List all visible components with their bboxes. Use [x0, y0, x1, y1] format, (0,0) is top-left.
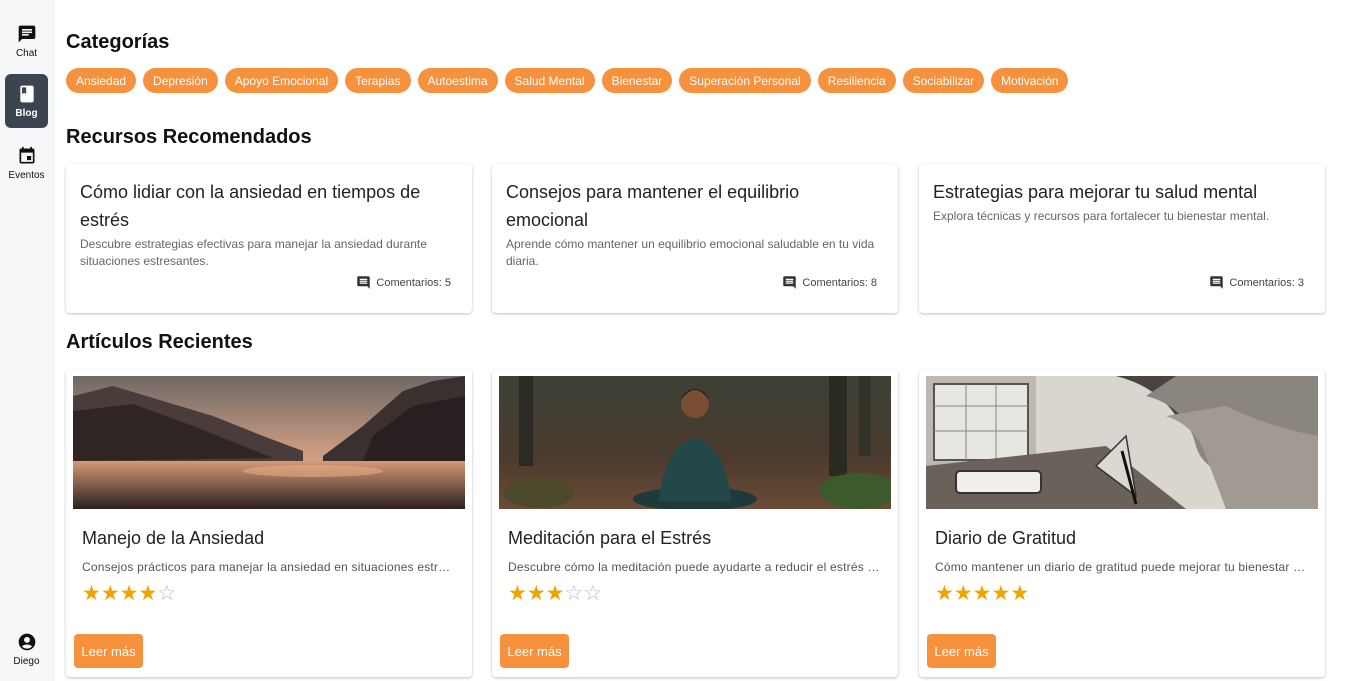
star-filled-icon: ★: [935, 582, 954, 605]
star-filled-icon: ★: [119, 582, 139, 605]
resource-description: Aprende cómo mantener un equilibrio emoc…: [506, 237, 875, 268]
article-image-meditation: [499, 376, 891, 509]
resources-title: Recursos Recomendados: [66, 126, 312, 148]
star-rating: ★ ★ ★ ★ ☆: [82, 583, 176, 605]
resource-title: Estrategias para mejorar tu salud mental: [933, 182, 1258, 202]
categories-title: Categorías: [66, 31, 170, 53]
article-description: Cómo mantener un diario de gratitud pued…: [935, 560, 1309, 574]
sidebar-item-label: Chat: [15, 47, 38, 59]
resource-card[interactable]: Cómo lidiar con la ansiedad en tiempos d…: [66, 164, 472, 313]
star-filled-icon: ★: [82, 582, 101, 605]
article-description: Consejos prácticos para manejar la ansie…: [82, 560, 456, 574]
comments-count: Comentarios: 3: [1229, 276, 1304, 289]
sidebar-item-label: Eventos: [8, 169, 45, 181]
category-chip[interactable]: Bienestar: [601, 68, 673, 93]
category-chip[interactable]: Apoyo Emocional: [224, 68, 339, 93]
article-image-mountain-lake: [73, 376, 465, 509]
star-rating: ★ ★ ★ ★ ★: [935, 583, 1029, 605]
user-profile-button[interactable]: Diego: [5, 621, 48, 677]
sidebar-item-blog[interactable]: Blog: [5, 74, 48, 128]
book-icon: [19, 85, 34, 102]
user-name: Diego: [13, 655, 40, 667]
read-more-button[interactable]: Leer más: [74, 634, 143, 668]
sidebar-item-chat[interactable]: Chat: [5, 14, 48, 68]
star-empty-icon: ☆: [157, 582, 177, 605]
star-rating: ★ ★ ★ ☆ ☆: [508, 583, 602, 605]
article-card[interactable]: Meditación para el Estrés Descubre cómo …: [492, 370, 898, 677]
category-chip[interactable]: Depresión: [143, 68, 218, 93]
article-card[interactable]: Manejo de la Ansiedad Consejos prácticos…: [66, 370, 472, 677]
resource-comments: Comentarios: 3: [1209, 275, 1304, 290]
star-empty-icon: ☆: [583, 582, 603, 605]
category-chip[interactable]: Salud Mental: [504, 68, 595, 93]
comment-icon: [1210, 276, 1224, 289]
article-title: Manejo de la Ansiedad: [82, 528, 265, 548]
category-chip[interactable]: Ansiedad: [66, 68, 137, 93]
category-chip[interactable]: Sociabilizar: [902, 68, 985, 93]
comments-count: Comentarios: 5: [376, 276, 451, 289]
articles-title: Artículos Recientes: [66, 331, 253, 353]
category-chips: Ansiedad Depresión Apoyo Emocional Terap…: [66, 68, 1069, 93]
star-filled-icon: ★: [138, 582, 158, 605]
read-more-button[interactable]: Leer más: [500, 634, 569, 668]
resource-card[interactable]: Consejos para mantener el equilibrio emo…: [492, 164, 898, 313]
category-chip[interactable]: Resiliencia: [817, 68, 896, 93]
resource-comments: Comentarios: 8: [782, 275, 877, 290]
chat-icon: [18, 25, 35, 42]
star-filled-icon: ★: [1010, 582, 1030, 605]
comments-count: Comentarios: 8: [802, 276, 877, 289]
category-chip[interactable]: Motivación: [991, 68, 1069, 93]
resource-description: Descubre estrategias efectivas para mane…: [80, 237, 427, 268]
star-filled-icon: ★: [953, 582, 973, 605]
comment-icon: [357, 276, 371, 289]
article-title: Meditación para el Estrés: [508, 528, 712, 548]
resource-title: Consejos para mantener el equilibrio emo…: [506, 182, 800, 230]
star-filled-icon: ★: [526, 582, 546, 605]
star-filled-icon: ★: [508, 582, 527, 605]
category-chip[interactable]: Superación Personal: [679, 68, 811, 93]
star-filled-icon: ★: [972, 582, 992, 605]
article-title: Diario de Gratitud: [935, 528, 1077, 548]
calendar-icon: [19, 146, 34, 163]
sidebar-item-eventos[interactable]: Eventos: [5, 136, 48, 190]
resource-title: Cómo lidiar con la ansiedad en tiempos d…: [80, 182, 421, 230]
category-chip[interactable]: Terapias: [345, 68, 411, 93]
resource-card[interactable]: Estrategias para mejorar tu salud mental…: [919, 164, 1325, 313]
article-description: Descubre cómo la meditación puede ayudar…: [508, 560, 882, 574]
star-filled-icon: ★: [100, 582, 120, 605]
account-circle-icon: [18, 633, 35, 650]
resource-description: Explora técnicas y recursos para fortale…: [933, 209, 1270, 223]
read-more-button[interactable]: Leer más: [927, 634, 996, 668]
star-filled-icon: ★: [545, 582, 565, 605]
resource-comments: Comentarios: 5: [356, 275, 451, 290]
article-image-journal-writing: [926, 376, 1318, 509]
sidebar: Chat Blog Eventos Diego: [0, 0, 55, 681]
sidebar-item-label: Blog: [15, 107, 38, 119]
comment-icon: [783, 276, 797, 289]
article-card[interactable]: Diario de Gratitud Cómo mantener un diar…: [919, 370, 1325, 677]
star-empty-icon: ☆: [564, 582, 584, 605]
category-chip[interactable]: Autoestima: [417, 68, 498, 93]
star-filled-icon: ★: [991, 582, 1011, 605]
